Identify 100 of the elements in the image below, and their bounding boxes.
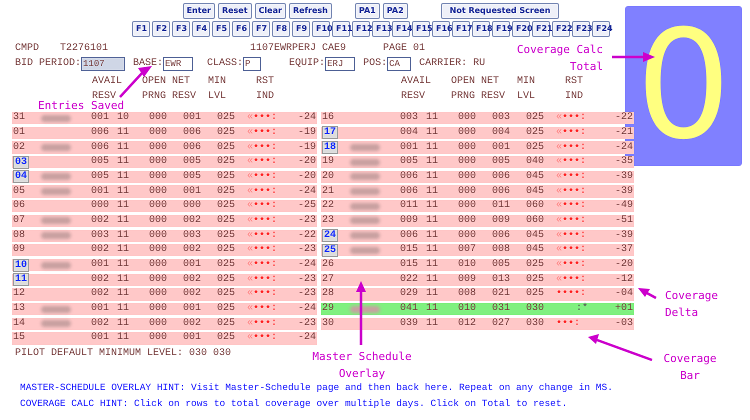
day-button[interactable]: 25 bbox=[322, 244, 338, 257]
table-row[interactable]: 06 000 11 000 000 025 «•••: -25 bbox=[12, 200, 318, 212]
table-row[interactable]: 20 006 11 000 006 045 «•••: -39 bbox=[321, 170, 634, 184]
coverage-indicator-text: ••••: bbox=[556, 288, 586, 300]
function-key-button[interactable]: F21 bbox=[532, 21, 550, 37]
function-key-button[interactable]: F24 bbox=[592, 21, 610, 37]
table-cell-text: 008 bbox=[458, 288, 478, 300]
table-row[interactable]: 01 006 11 000 006 025 «•••: -19 bbox=[12, 126, 318, 139]
table-cell-text: 001 bbox=[183, 186, 202, 198]
function-key-button[interactable]: F12 bbox=[352, 21, 370, 37]
table-row[interactable]: 29 041 11 010 031 030 :* +01 bbox=[321, 302, 634, 316]
function-key-button[interactable]: F5 bbox=[212, 21, 230, 37]
table-row[interactable]: 22 011 11 000 011 060 «•••: -49 bbox=[321, 200, 634, 212]
day-button[interactable]: 18 bbox=[322, 141, 338, 154]
day-number: 31 bbox=[13, 112, 26, 124]
text-field[interactable]: P bbox=[243, 57, 262, 71]
table-row[interactable]: 28 029 11 008 021 025 ••••: -04 bbox=[321, 288, 634, 301]
column-header: RESV bbox=[92, 90, 116, 102]
function-key-button[interactable]: F22 bbox=[552, 21, 570, 37]
table-row[interactable]: 11 002 11 000 002 025 «•••: -23 bbox=[12, 274, 318, 286]
day-button[interactable]: 10 bbox=[13, 258, 30, 272]
function-key-button[interactable]: F15 bbox=[412, 21, 430, 37]
text-field[interactable]: CA bbox=[387, 57, 412, 71]
coverage-delta: +01 bbox=[614, 303, 634, 316]
table-row[interactable]: 09 002 11 000 002 025 «•••: -23 bbox=[12, 244, 318, 256]
table-row[interactable]: 08 003 11 000 003 025 «•••: -22 bbox=[12, 230, 318, 242]
table-row[interactable]: 03 005 11 000 005 025 «•••: -20 bbox=[12, 156, 318, 168]
coverage-indicator-text: •••: bbox=[562, 112, 586, 124]
table-row[interactable]: 24 006 11 000 006 045 «•••: -39 bbox=[321, 230, 634, 242]
table-row[interactable]: 19 005 11 000 005 040 «•••: -35 bbox=[321, 156, 634, 168]
toolbar-button[interactable]: Refresh bbox=[288, 3, 332, 19]
table-cell-text: 11 bbox=[117, 186, 130, 198]
function-key-button[interactable]: F18 bbox=[472, 21, 490, 37]
function-key-button[interactable]: F11 bbox=[332, 21, 350, 37]
function-key-button[interactable]: F19 bbox=[492, 21, 510, 37]
toolbar-button[interactable]: PA1 bbox=[354, 3, 380, 19]
table-row[interactable]: 13 001 11 000 001 025 «•••: -24 bbox=[12, 302, 318, 316]
function-key-button[interactable]: F2 bbox=[152, 21, 170, 37]
function-key-button[interactable]: F6 bbox=[232, 21, 250, 37]
table-cell-text: 006 bbox=[400, 186, 420, 198]
column-header: PRNG bbox=[142, 90, 168, 102]
table-row[interactable]: 27 022 11 009 013 025 «•••: -12 bbox=[321, 274, 634, 286]
table-cell-text: 000 bbox=[149, 112, 168, 124]
function-key-button[interactable]: F20 bbox=[512, 21, 530, 37]
day-button[interactable]: 24 bbox=[322, 229, 338, 242]
function-key-button[interactable]: F23 bbox=[572, 21, 590, 37]
annotation-label: Entries Saved bbox=[38, 98, 124, 112]
toolbar-button[interactable]: Not Requested Screen bbox=[440, 3, 560, 19]
function-key-button[interactable]: F14 bbox=[392, 21, 410, 37]
day-button[interactable]: 17 bbox=[322, 126, 338, 140]
table-cell-text: 009 bbox=[492, 214, 512, 227]
table-row[interactable]: 30 039 11 012 027 030 •••: -03 bbox=[321, 318, 634, 330]
coverage-delta: -23 bbox=[298, 244, 318, 256]
function-key-button[interactable]: F7 bbox=[252, 21, 270, 37]
coverage-indicator-text: •••: bbox=[253, 288, 278, 300]
day-button[interactable]: 11 bbox=[13, 273, 30, 286]
table-row[interactable]: 18 001 11 000 001 025 «•••: -24 bbox=[321, 141, 634, 154]
toolbar-button[interactable]: Reset bbox=[218, 3, 252, 19]
table-row[interactable]: 04 005 11 000 005 025 «•••: -20 bbox=[12, 170, 318, 184]
table-cell-text: 002 bbox=[91, 288, 110, 300]
text-field[interactable]: ERJ bbox=[325, 57, 356, 71]
table-cell-text: 11 bbox=[117, 156, 130, 168]
table-row[interactable]: 17 004 11 000 004 025 «•••: -21 bbox=[321, 126, 634, 139]
toolbar-button[interactable]: Clear bbox=[254, 3, 286, 19]
table-cell-text: 000 bbox=[149, 142, 168, 154]
function-key-button[interactable]: F10 bbox=[312, 21, 330, 37]
function-key-button[interactable]: F13 bbox=[372, 21, 390, 37]
function-key-button[interactable]: F3 bbox=[172, 21, 190, 37]
coverage-indicator-text: •••: bbox=[562, 230, 586, 242]
table-row[interactable]: 16 003 11 000 003 025 «•••: -22 bbox=[321, 112, 634, 124]
table-row[interactable]: 26 015 11 010 005 025 «•••: -20 bbox=[321, 258, 634, 272]
table-row[interactable]: 15 001 11 000 001 025 «•••: -24 bbox=[12, 332, 318, 345]
table-row[interactable]: 10 001 11 000 001 025 «•••: -24 bbox=[12, 258, 318, 272]
table-row[interactable]: 31 001 10 000 001 025 «•••: -24 bbox=[12, 112, 318, 124]
function-key-button[interactable]: F16 bbox=[432, 21, 450, 37]
function-key-button[interactable]: F4 bbox=[192, 21, 210, 37]
table-row[interactable]: 05 001 11 000 001 025 «•••: -24 bbox=[12, 185, 318, 198]
table-cell-text: 003 bbox=[492, 112, 512, 124]
day-button[interactable]: 03 bbox=[13, 156, 30, 169]
table-row[interactable]: 25 015 11 007 008 045 «•••: -37 bbox=[321, 244, 634, 256]
function-key-button[interactable]: F8 bbox=[272, 21, 290, 37]
function-key-button[interactable]: F17 bbox=[452, 21, 470, 37]
table-row[interactable]: 21 006 11 000 006 045 «•••: -39 bbox=[321, 185, 634, 198]
table-row[interactable]: 07 002 11 000 002 025 «•••: -23 bbox=[12, 214, 318, 228]
table-cell-text: 001 bbox=[400, 142, 420, 154]
toolbar-button[interactable]: PA2 bbox=[382, 3, 408, 19]
day-button[interactable]: 04 bbox=[13, 170, 30, 184]
text-field[interactable]: EWR bbox=[163, 57, 194, 71]
table-row[interactable]: 12 002 11 000 002 025 «•••: -23 bbox=[12, 288, 318, 301]
table-cell-text: 000 bbox=[91, 200, 110, 212]
function-key-button[interactable]: F1 bbox=[132, 21, 150, 37]
table-row[interactable]: 02 006 11 000 006 025 «•••: -19 bbox=[12, 141, 318, 154]
function-key-button[interactable]: F9 bbox=[292, 21, 310, 37]
table-cell-text: 000 bbox=[149, 214, 168, 227]
coverage-delta: -39 bbox=[614, 230, 634, 242]
text-field[interactable]: 1107 bbox=[81, 57, 126, 71]
table-row[interactable]: 14 002 11 000 002 025 «•••: -23 bbox=[12, 318, 318, 330]
table-row[interactable]: 23 009 11 000 009 060 «•••: -51 bbox=[321, 214, 634, 228]
toolbar-button[interactable]: Enter bbox=[182, 3, 215, 19]
coverage-delta: -24 bbox=[298, 112, 318, 124]
